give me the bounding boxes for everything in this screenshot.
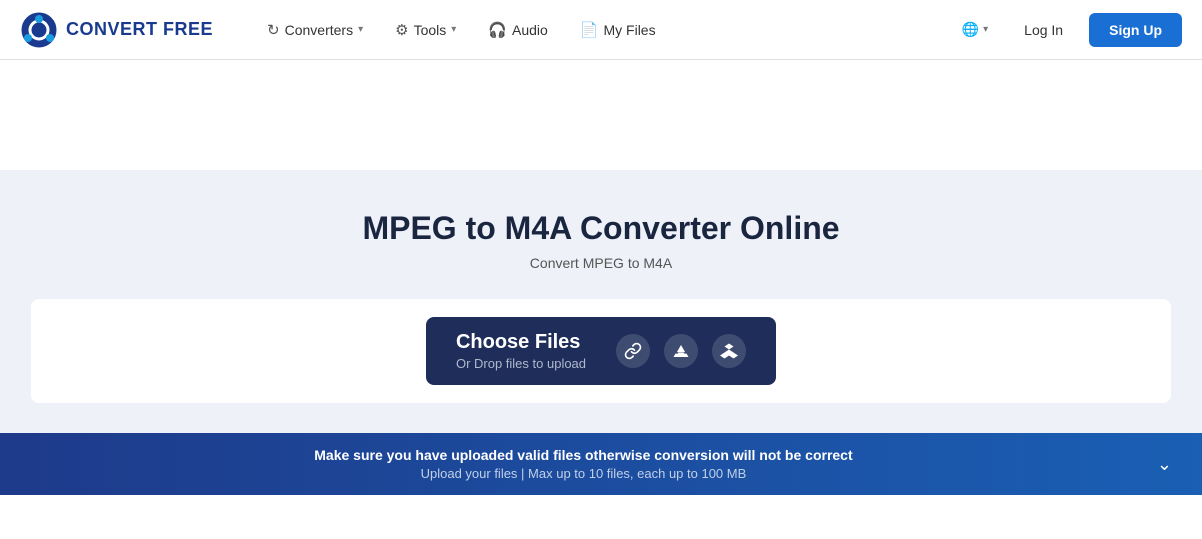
nav-item-myfiles[interactable]: 📄 My Files <box>566 13 670 47</box>
myfiles-icon: 📄 <box>580 21 599 39</box>
choose-files-label: Choose Files <box>456 331 580 354</box>
tools-icon: ⚙ <box>395 21 408 39</box>
dropbox-upload-icon[interactable] <box>712 334 746 368</box>
page-subtitle: Convert MPEG to M4A <box>530 255 672 271</box>
globe-icon: 🌐 <box>962 21 979 38</box>
ad-banner-area <box>0 60 1202 170</box>
drop-files-label: Or Drop files to upload <box>456 356 586 371</box>
nav-item-audio[interactable]: 🎧 Audio <box>474 13 562 47</box>
upload-box: Choose Files Or Drop files to upload <box>31 299 1171 403</box>
logo[interactable]: CONVERT FREE <box>20 11 213 49</box>
nav-item-converters[interactable]: ↻ Converters ▾ <box>253 13 377 47</box>
page-title: MPEG to M4A Converter Online <box>362 210 839 247</box>
info-banner-line2: Upload your files | Max up to 10 files, … <box>20 466 1147 481</box>
main-nav: ↻ Converters ▾ ⚙ Tools ▾ 🎧 Audio 📄 My Fi… <box>253 13 952 47</box>
google-drive-upload-icon[interactable] <box>664 334 698 368</box>
myfiles-label: My Files <box>603 22 655 38</box>
link-upload-icon[interactable] <box>616 334 650 368</box>
globe-chevron-icon: ▾ <box>983 24 988 35</box>
google-drive-icon <box>672 342 690 360</box>
choose-files-button[interactable]: Choose Files Or Drop files to upload <box>426 317 776 385</box>
info-banner-chevron-icon[interactable]: ⌄ <box>1147 454 1182 475</box>
audio-icon: 🎧 <box>488 21 507 39</box>
logo-text: CONVERT FREE <box>66 19 213 40</box>
signup-button[interactable]: Sign Up <box>1089 13 1182 47</box>
converters-label: Converters <box>285 22 353 38</box>
header: CONVERT FREE ↻ Converters ▾ ⚙ Tools ▾ 🎧 … <box>0 0 1202 60</box>
info-banner-content: Make sure you have uploaded valid files … <box>20 447 1147 481</box>
header-actions: 🌐 ▾ Log In Sign Up <box>952 13 1182 47</box>
converters-chevron-icon: ▾ <box>358 24 363 35</box>
info-banner: Make sure you have uploaded valid files … <box>0 433 1202 495</box>
audio-label: Audio <box>512 22 548 38</box>
choose-files-text: Choose Files Or Drop files to upload <box>456 331 586 371</box>
tools-chevron-icon: ▾ <box>451 24 456 35</box>
upload-icons <box>616 334 746 368</box>
main-content: MPEG to M4A Converter Online Convert MPE… <box>0 170 1202 433</box>
info-banner-line1: Make sure you have uploaded valid files … <box>20 447 1147 463</box>
dropbox-icon <box>720 342 738 360</box>
link-icon <box>624 342 642 360</box>
logo-icon <box>20 11 58 49</box>
tools-label: Tools <box>414 22 447 38</box>
login-button[interactable]: Log In <box>1008 14 1079 46</box>
converters-icon: ↻ <box>267 21 280 39</box>
language-selector[interactable]: 🌐 ▾ <box>952 13 998 46</box>
nav-item-tools[interactable]: ⚙ Tools ▾ <box>381 13 470 47</box>
